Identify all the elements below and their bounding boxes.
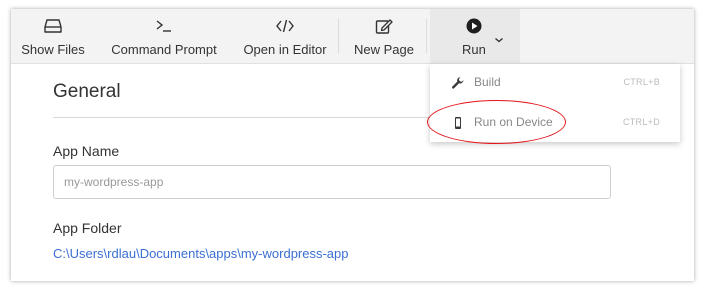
- play-icon: [466, 18, 482, 39]
- app-folder-link[interactable]: C:\Users\rdlau\Documents\apps\my-wordpre…: [53, 246, 349, 261]
- command-prompt-button[interactable]: Command Prompt: [106, 9, 222, 63]
- run-label: Run: [462, 42, 486, 57]
- mobile-device-icon: [451, 116, 465, 130]
- chevron-down-icon[interactable]: [494, 31, 504, 49]
- menu-item-run-on-device[interactable]: Run on Device CTRL+D: [430, 104, 680, 142]
- toolbar-divider: [426, 19, 427, 53]
- terminal-icon: [155, 17, 173, 35]
- open-in-editor-button[interactable]: Open in Editor: [239, 9, 331, 63]
- menu-item-shortcut: CTRL+B: [623, 77, 660, 87]
- app-folder-label: App Folder: [53, 220, 122, 236]
- menu-item-build[interactable]: Build CTRL+B: [430, 64, 680, 102]
- wrench-icon: [451, 76, 465, 90]
- section-title: General: [53, 81, 121, 102]
- toolbar-divider: [338, 19, 339, 53]
- app-window: Show Files Command Prompt Open in Editor: [11, 9, 694, 281]
- show-files-button[interactable]: Show Files: [16, 9, 90, 63]
- new-page-label: New Page: [354, 42, 414, 57]
- code-icon: [275, 17, 295, 35]
- new-page-button[interactable]: New Page: [351, 9, 417, 63]
- open-in-editor-label: Open in Editor: [243, 42, 327, 57]
- menu-item-shortcut: CTRL+D: [622, 117, 660, 127]
- app-name-input[interactable]: [53, 165, 611, 199]
- command-prompt-label: Command Prompt: [111, 42, 217, 57]
- drive-icon: [44, 17, 62, 35]
- menu-item-label: Run on Device: [474, 115, 553, 129]
- run-button[interactable]: Run: [430, 9, 520, 63]
- toolbar: Show Files Command Prompt Open in Editor: [11, 9, 694, 64]
- run-dropdown-menu: Build CTRL+B Run on Device CTRL+D: [430, 64, 680, 142]
- edit-page-icon: [375, 17, 393, 35]
- menu-item-label: Build: [474, 75, 501, 89]
- section-divider: [53, 117, 453, 118]
- app-name-label: App Name: [53, 143, 120, 159]
- show-files-label: Show Files: [21, 42, 85, 57]
